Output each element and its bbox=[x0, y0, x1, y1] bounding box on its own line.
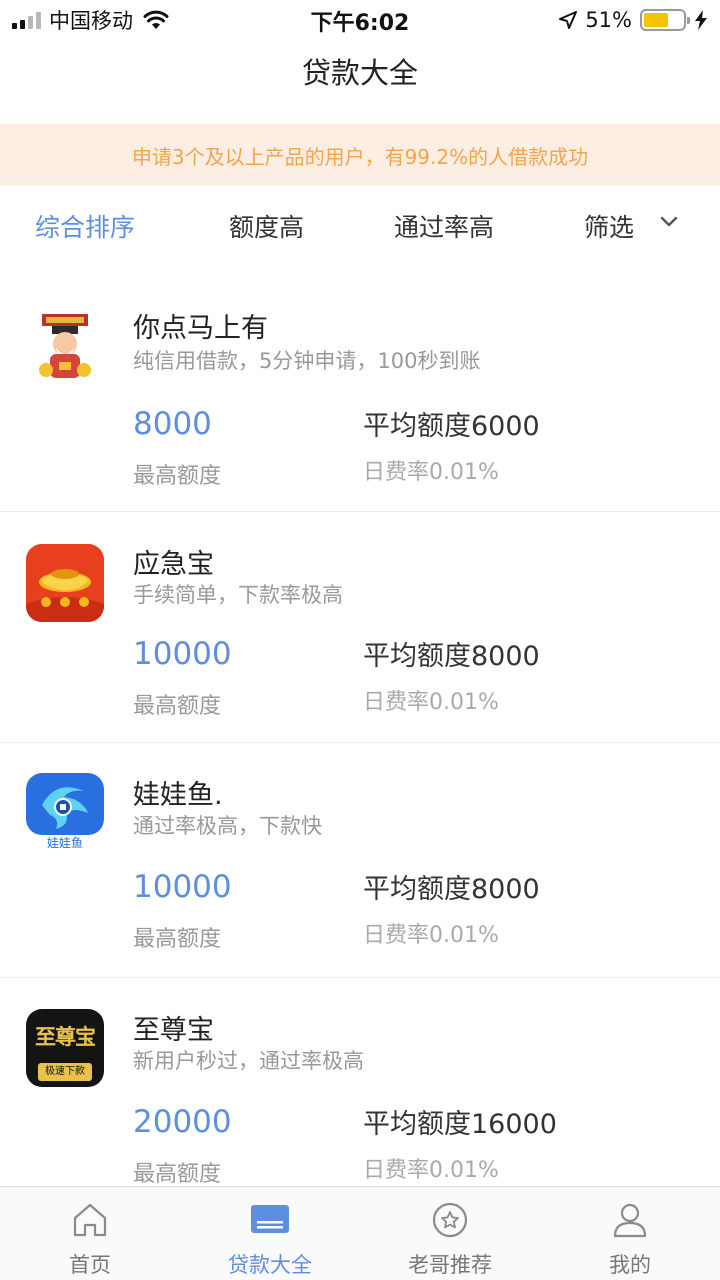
user-icon bbox=[613, 1203, 647, 1238]
loan-max-label: 最高额度 bbox=[133, 927, 222, 952]
tab-home-label: 首页 bbox=[69, 1253, 111, 1277]
loan-daily-rate: 日费率0.01% bbox=[363, 1158, 499, 1183]
battery-icon bbox=[640, 9, 690, 31]
loan-daily-rate: 日费率0.01% bbox=[363, 690, 499, 715]
sort-pass-rate-high[interactable]: 通过率高 bbox=[394, 208, 494, 244]
loan-item[interactable]: 应急宝 手续简单，下款率极高 10000 最高额度 平均额度8000 日费率0.… bbox=[0, 512, 720, 743]
fortune-god-icon bbox=[26, 308, 104, 386]
loan-avg-amount: 平均额度6000 bbox=[363, 411, 540, 442]
zhizunbao-logo-subtext: 极速下款 bbox=[38, 1063, 92, 1081]
sort-comprehensive[interactable]: 综合排序 bbox=[35, 208, 135, 244]
filter-button[interactable]: 筛选 bbox=[584, 208, 634, 244]
loan-name: 应急宝 bbox=[133, 549, 214, 580]
zhizunbao-logo-text: 至尊宝 bbox=[35, 1025, 96, 1049]
home-icon bbox=[73, 1203, 107, 1237]
charging-bolt-icon bbox=[695, 10, 707, 30]
loan-max-amount: 10000 bbox=[133, 869, 232, 905]
tab-mine[interactable]: 我的 bbox=[540, 1187, 720, 1280]
loan-max-label: 最高额度 bbox=[133, 694, 222, 719]
loan-max-amount: 10000 bbox=[133, 636, 232, 672]
loan-item[interactable]: 娃娃鱼 娃娃鱼. 通过率极高，下款快 10000 最高额度 平均额度8000 日… bbox=[0, 743, 720, 978]
loan-daily-rate: 日费率0.01% bbox=[363, 460, 499, 485]
loan-name: 你点马上有 bbox=[133, 313, 268, 344]
fish-coin-icon-text: 娃娃鱼 bbox=[46, 836, 83, 850]
tab-bar: 首页 贷款大全 老哥推荐 我的 bbox=[0, 1186, 720, 1280]
loan-name: 娃娃鱼. bbox=[133, 780, 223, 811]
loan-name: 至尊宝 bbox=[133, 1015, 214, 1046]
status-right: 51% bbox=[559, 6, 708, 34]
tab-recommend-label: 老哥推荐 bbox=[408, 1253, 492, 1277]
loan-daily-rate: 日费率0.01% bbox=[363, 923, 499, 948]
fish-coin-icon: 娃娃鱼 bbox=[26, 773, 104, 851]
status-bar: 中国移动 下午6:02 51% bbox=[0, 0, 720, 40]
gold-ingot-icon bbox=[26, 544, 104, 622]
loan-max-label: 最高额度 bbox=[133, 464, 222, 489]
tab-loans-label: 贷款大全 bbox=[228, 1253, 312, 1277]
zhizunbao-logo-icon: 至尊宝 极速下款 bbox=[26, 1009, 104, 1087]
loan-desc: 新用户秒过，通过率极高 bbox=[133, 1049, 364, 1073]
notice-banner: 申请3个及以上产品的用户，有99.2%的人借款成功 bbox=[0, 124, 720, 186]
loan-max-amount: 20000 bbox=[133, 1104, 232, 1140]
location-arrow-icon bbox=[559, 11, 578, 29]
loan-max-label: 最高额度 bbox=[133, 1162, 222, 1187]
battery-percent: 51% bbox=[585, 8, 632, 32]
loan-avg-amount: 平均额度8000 bbox=[363, 874, 540, 905]
loan-list-icon bbox=[251, 1205, 289, 1233]
sort-bar: 综合排序 额度高 通过率高 筛选 bbox=[0, 186, 720, 266]
sort-amount-high[interactable]: 额度高 bbox=[229, 208, 304, 244]
chevron-down-icon[interactable] bbox=[660, 216, 678, 228]
tab-mine-label: 我的 bbox=[609, 1253, 651, 1277]
tab-recommend[interactable]: 老哥推荐 bbox=[360, 1187, 540, 1280]
loan-desc: 通过率极高，下款快 bbox=[133, 814, 322, 838]
tab-loans[interactable]: 贷款大全 bbox=[180, 1187, 360, 1280]
loan-avg-amount: 平均额度8000 bbox=[363, 641, 540, 672]
notice-text: 申请3个及以上产品的用户，有99.2%的人借款成功 bbox=[131, 144, 589, 169]
tab-home[interactable]: 首页 bbox=[0, 1187, 180, 1280]
star-circle-icon bbox=[432, 1202, 468, 1238]
loan-desc: 手续简单，下款率极高 bbox=[133, 583, 343, 607]
loan-desc: 纯信用借款，5分钟申请，100秒到账 bbox=[133, 349, 481, 373]
page-title: 贷款大全 bbox=[301, 56, 418, 90]
loan-item[interactable]: 你点马上有 纯信用借款，5分钟申请，100秒到账 8000 最高额度 平均额度6… bbox=[0, 276, 720, 512]
loan-avg-amount: 平均额度16000 bbox=[363, 1109, 557, 1140]
loan-item[interactable]: 至尊宝 极速下款 至尊宝 新用户秒过，通过率极高 20000 最高额度 平均额度… bbox=[0, 978, 720, 1218]
loan-max-amount: 8000 bbox=[133, 406, 212, 442]
